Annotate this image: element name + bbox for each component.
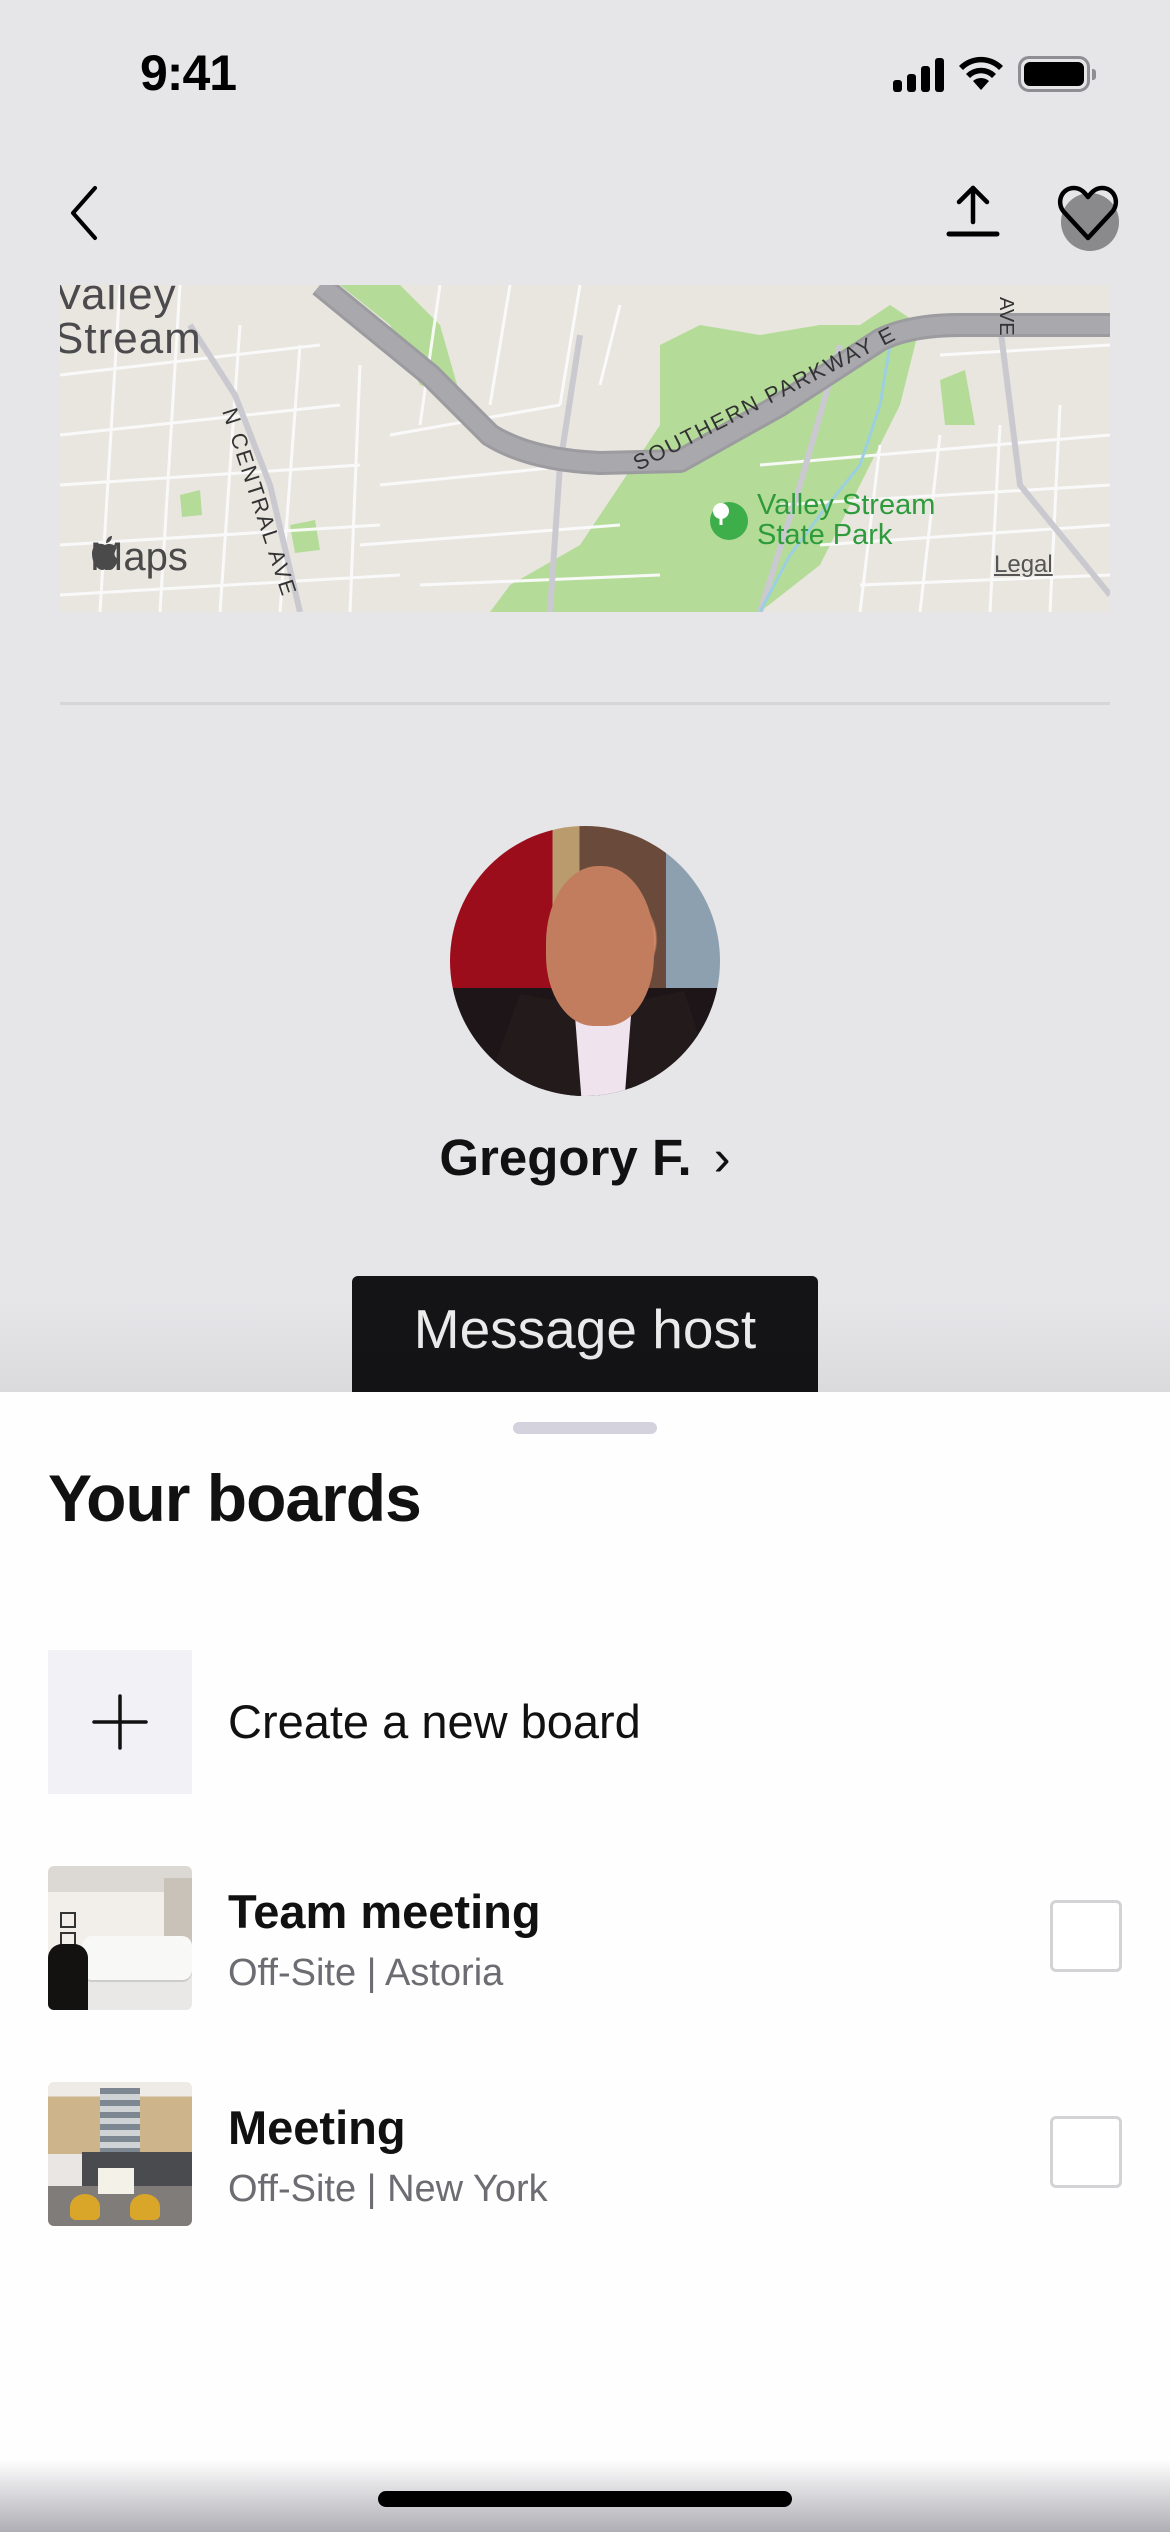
share-upload-icon xyxy=(946,185,999,237)
host-name: Gregory F. xyxy=(439,1129,692,1186)
board-checkbox[interactable] xyxy=(1050,1900,1122,1972)
legal-link[interactable]: Legal xyxy=(994,551,1053,579)
status-bar: 9:41 xyxy=(0,0,1170,150)
host-name-link[interactable]: Gregory F. › xyxy=(0,1128,1170,1187)
plus-icon xyxy=(92,1694,148,1750)
create-board-label: Create a new board xyxy=(228,1695,641,1748)
home-indicator[interactable] xyxy=(378,2491,792,2507)
host-avatar[interactable] xyxy=(450,826,720,1096)
map-park-label: Valley Stream State Park xyxy=(757,489,936,551)
back-button[interactable] xyxy=(50,175,120,251)
section-divider xyxy=(60,702,1110,705)
message-host-button[interactable]: Message host xyxy=(352,1276,818,1396)
share-button[interactable] xyxy=(935,175,1010,251)
board-thumbnail xyxy=(48,2082,192,2226)
heart-icon xyxy=(1057,185,1118,241)
apple-logo-icon xyxy=(92,536,118,570)
boards-bottom-sheet: Your boards Create a new board Team meet… xyxy=(0,1392,1170,2532)
board-checkbox[interactable] xyxy=(1050,2116,1122,2188)
board-title: Team meeting xyxy=(228,1885,541,1938)
favorite-button[interactable] xyxy=(1050,175,1125,251)
board-subtitle: Off-Site | Astoria xyxy=(228,1952,504,1994)
board-subtitle: Off-Site | New York xyxy=(228,2168,548,2210)
sheet-title: Your boards xyxy=(48,1461,422,1535)
chevron-right-icon: › xyxy=(713,1129,731,1186)
road-label: AVE xyxy=(995,297,1017,336)
map-view[interactable]: N CENTRAL AVE SOUTHERN PARKWAY E AVE Val… xyxy=(60,285,1110,612)
battery-icon xyxy=(1018,56,1096,92)
map-town-label: Valley Stream xyxy=(60,285,202,363)
chevron-left-icon xyxy=(71,186,97,240)
create-board-tile xyxy=(48,1650,192,1794)
status-icons xyxy=(893,56,1096,92)
board-thumbnail xyxy=(48,1866,192,2010)
sheet-grabber-handle[interactable] xyxy=(513,1422,657,1434)
board-list-item[interactable]: Meeting Off-Site | New York xyxy=(48,2082,1122,2226)
board-title: Meeting xyxy=(228,2101,406,2154)
board-list-item[interactable]: Team meeting Off-Site | Astoria xyxy=(48,1866,1122,2010)
wifi-icon xyxy=(959,56,1003,90)
status-time: 9:41 xyxy=(140,45,237,101)
apple-maps-logo: Maps xyxy=(90,535,188,580)
park-tree-icon xyxy=(710,502,748,540)
map-roads: N CENTRAL AVE SOUTHERN PARKWAY E AVE xyxy=(60,285,1110,612)
create-board-button[interactable]: Create a new board xyxy=(48,1650,1122,1794)
cellular-signal-icon xyxy=(893,56,944,92)
